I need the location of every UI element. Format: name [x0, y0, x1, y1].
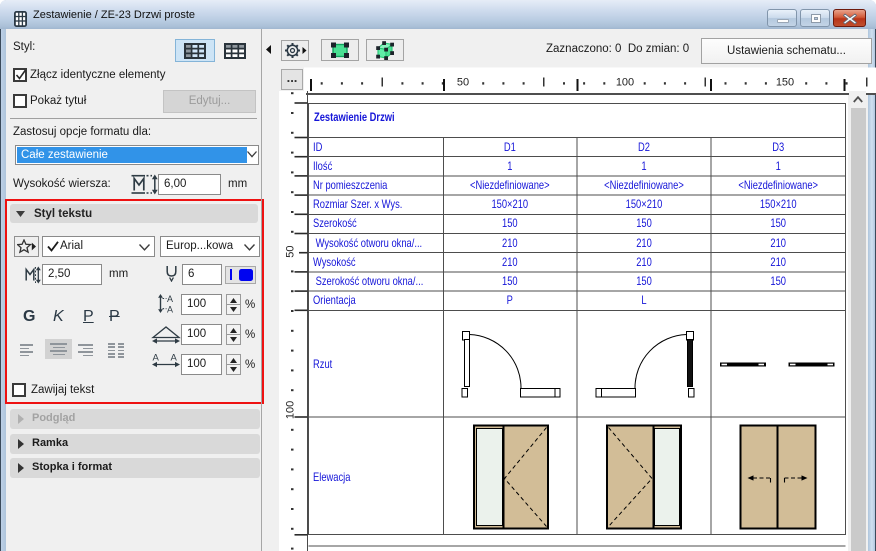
svg-text:A: A [167, 294, 173, 304]
svg-text:A: A [171, 353, 178, 364]
svg-text:150: 150 [776, 77, 794, 89]
svg-text:A: A [153, 353, 160, 364]
svg-text:100: 100 [616, 77, 634, 89]
svg-text:A: A [167, 305, 173, 314]
svg-text:50: 50 [457, 77, 469, 89]
svg-text:50: 50 [285, 245, 297, 257]
